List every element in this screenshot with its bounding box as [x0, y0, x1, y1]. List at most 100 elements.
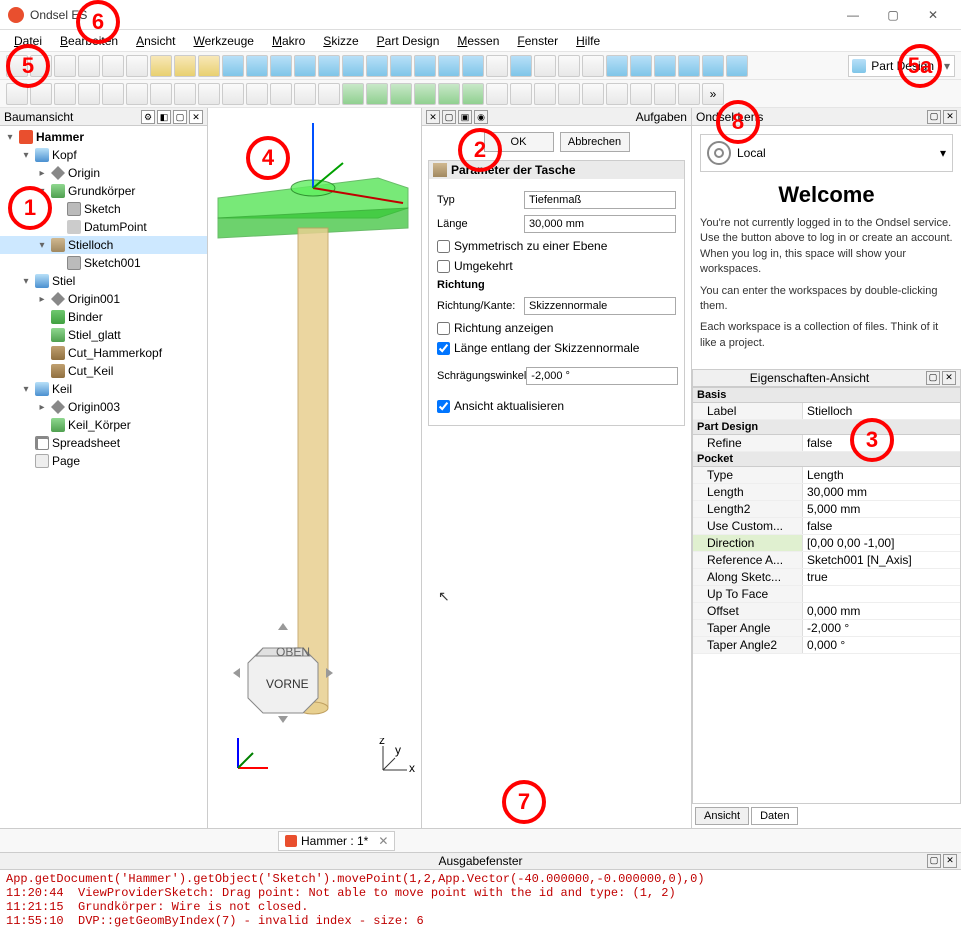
tree-item[interactable]: ▾Kopf: [0, 146, 207, 164]
tree-item[interactable]: ▾Grundkörper: [0, 182, 207, 200]
ok-button[interactable]: OK: [484, 132, 554, 152]
t2-2-icon[interactable]: [30, 83, 52, 105]
property-row[interactable]: Length25,000 mm: [693, 501, 960, 518]
tree-close-icon[interactable]: ✕: [189, 110, 203, 124]
task-close-icon[interactable]: ✕: [426, 110, 440, 124]
tree-item[interactable]: Stiel_glatt: [0, 326, 207, 344]
cancel-button[interactable]: Abbrechen: [560, 132, 630, 152]
showdir-checkbox[interactable]: [437, 322, 450, 335]
menu-window[interactable]: Fenster: [509, 32, 566, 50]
filter-icon[interactable]: [558, 55, 580, 77]
tree-item[interactable]: Page: [0, 452, 207, 470]
property-row[interactable]: Use Custom...false: [693, 518, 960, 535]
out-close-icon[interactable]: ✕: [943, 854, 957, 868]
multi-icon[interactable]: [654, 83, 676, 105]
output-panel[interactable]: App.getDocument('Hammer').getObject('Ske…: [0, 870, 961, 938]
pad-icon[interactable]: [342, 83, 364, 105]
revolve-icon[interactable]: [390, 83, 412, 105]
tree-gear-icon[interactable]: ⚙: [141, 110, 155, 124]
property-row[interactable]: LabelStielloch: [693, 403, 960, 420]
menu-macro[interactable]: Makro: [264, 32, 313, 50]
folder-icon[interactable]: [150, 55, 172, 77]
property-row[interactable]: Length30,000 mm: [693, 484, 960, 501]
tree-item[interactable]: ▾Stiel: [0, 272, 207, 290]
tree-view-icon[interactable]: ◧: [157, 110, 171, 124]
draft-icon[interactable]: [534, 83, 556, 105]
length-input[interactable]: [524, 215, 676, 233]
close-button[interactable]: ✕: [913, 2, 953, 28]
task-up-icon[interactable]: ▣: [458, 110, 472, 124]
maximize-button[interactable]: ▢: [873, 2, 913, 28]
type-select[interactable]: [524, 191, 676, 209]
open-icon[interactable]: [30, 55, 52, 77]
tree-item[interactable]: Spreadsheet: [0, 434, 207, 452]
body6-icon[interactable]: [726, 55, 748, 77]
t2-4-icon[interactable]: [78, 83, 100, 105]
tree-item[interactable]: Sketch: [0, 200, 207, 218]
tree-item[interactable]: ▸Origin001: [0, 290, 207, 308]
local-button[interactable]: Local▾: [700, 134, 953, 172]
loft-icon[interactable]: [438, 83, 460, 105]
right-icon[interactable]: [342, 55, 364, 77]
redo-icon[interactable]: [102, 55, 124, 77]
save-icon[interactable]: [54, 55, 76, 77]
property-row[interactable]: Taper Angle20,000 °: [693, 637, 960, 654]
menu-view[interactable]: Ansicht: [128, 32, 183, 50]
sweep-icon[interactable]: [462, 83, 484, 105]
tree-item[interactable]: Binder: [0, 308, 207, 326]
tree-item[interactable]: Cut_Keil: [0, 362, 207, 380]
diredge-select[interactable]: [524, 297, 676, 315]
tree-item[interactable]: ▾Hammer: [0, 128, 207, 146]
front-icon[interactable]: [294, 55, 316, 77]
fit-icon[interactable]: [222, 55, 244, 77]
view7-icon[interactable]: [438, 55, 460, 77]
menu-sketch[interactable]: Skizze: [315, 32, 366, 50]
workbench-selector[interactable]: Part Design: [848, 55, 955, 77]
task-dn-icon[interactable]: ◉: [474, 110, 488, 124]
body5-icon[interactable]: [702, 55, 724, 77]
zoomsel-icon[interactable]: [510, 55, 532, 77]
property-row[interactable]: Reference A...Sketch001 [N_Axis]: [693, 552, 960, 569]
body-icon[interactable]: [606, 55, 628, 77]
tree-dock-icon[interactable]: ▢: [173, 110, 187, 124]
minimize-button[interactable]: —: [833, 2, 873, 28]
property-row[interactable]: Refinefalse: [693, 435, 960, 452]
property-row[interactable]: TypeLength: [693, 467, 960, 484]
body2-icon[interactable]: [630, 55, 652, 77]
tree-item[interactable]: ▾Stielloch: [0, 236, 207, 254]
menu-help[interactable]: Hilfe: [568, 32, 608, 50]
t2-12-icon[interactable]: [318, 83, 340, 105]
taper-input[interactable]: [526, 367, 678, 385]
property-row[interactable]: Up To Face: [693, 586, 960, 603]
props-close-icon[interactable]: ✕: [942, 371, 956, 385]
close-tab-icon[interactable]: ✕: [378, 834, 388, 848]
t2-3-icon[interactable]: [54, 83, 76, 105]
linear-icon[interactable]: [606, 83, 628, 105]
menu-partdesign[interactable]: Part Design: [369, 32, 448, 50]
body3-icon[interactable]: [654, 55, 676, 77]
tree-item[interactable]: DatumPoint: [0, 218, 207, 236]
lens-dock-icon[interactable]: ▢: [927, 110, 941, 124]
props-dock-icon[interactable]: ▢: [926, 371, 940, 385]
property-view[interactable]: BasisLabelStiellochPart DesignRefinefals…: [692, 387, 961, 804]
t2-10-icon[interactable]: [270, 83, 292, 105]
tree-item[interactable]: Keil_Körper: [0, 416, 207, 434]
property-row[interactable]: Taper Angle-2,000 °: [693, 620, 960, 637]
doc-tab-hammer[interactable]: Hammer : 1* ✕: [278, 831, 395, 851]
t2-5-icon[interactable]: [102, 83, 124, 105]
t2-line-icon[interactable]: [150, 83, 172, 105]
t2-circle-icon[interactable]: [198, 83, 220, 105]
refresh-icon[interactable]: [126, 55, 148, 77]
groove-icon[interactable]: [414, 83, 436, 105]
left-icon[interactable]: [414, 55, 436, 77]
more-icon[interactable]: »: [702, 83, 724, 105]
mirror-icon[interactable]: [582, 83, 604, 105]
measure-icon[interactable]: [486, 55, 508, 77]
tree-view[interactable]: ▾Hammer▾Kopf▸Origin▾GrundkörperSketchDat…: [0, 126, 207, 828]
symmetric-checkbox[interactable]: [437, 240, 450, 253]
view8-icon[interactable]: [462, 55, 484, 77]
body4-icon[interactable]: [678, 55, 700, 77]
t2-11-icon[interactable]: [294, 83, 316, 105]
tree-item[interactable]: ▸Origin: [0, 164, 207, 182]
t2-poly-icon[interactable]: [246, 83, 268, 105]
